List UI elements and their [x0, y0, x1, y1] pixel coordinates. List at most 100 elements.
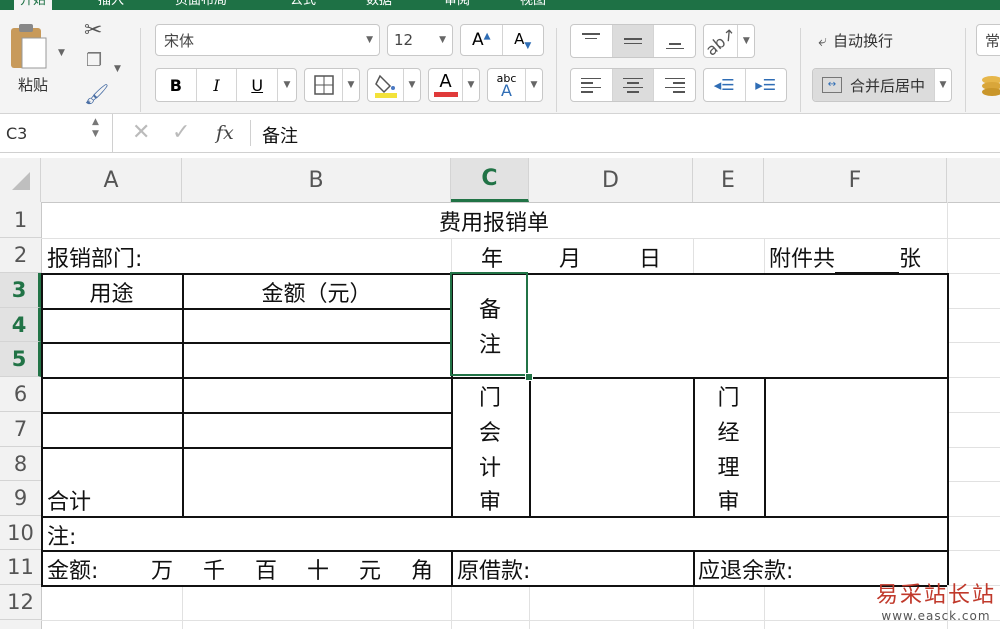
font-color-dropdown[interactable]: ▼	[463, 69, 479, 101]
tab-home[interactable]: 开始	[14, 0, 53, 10]
align-middle-button[interactable]	[612, 25, 655, 57]
select-all-corner[interactable]	[0, 158, 41, 202]
formula-input[interactable]: 备注	[262, 122, 298, 148]
row-header-8[interactable]: 8	[0, 447, 41, 481]
font-name-value: 宋体	[164, 31, 195, 50]
font-name-select[interactable]: 宋体 ▼	[155, 24, 380, 56]
decrease-font-size-button[interactable]: A▼	[503, 25, 544, 55]
column-header-f[interactable]: F	[764, 158, 947, 202]
font-size-select[interactable]: 12 ▼	[387, 24, 453, 56]
align-bottom-button[interactable]	[654, 25, 695, 57]
borders-button[interactable]	[305, 69, 343, 101]
merge-center-group: ↔ 合并后居中 ▼	[812, 68, 952, 102]
paste-button[interactable]	[8, 22, 58, 72]
acct-char-2: 会	[478, 421, 501, 446]
ribbon: ▼ 粘贴 ✂ ❐ ▼ 🖌 宋体 ▼ 12 ▼ A▲ A▼ B I U ▼ ▼ ▼…	[0, 10, 1000, 114]
row-header-7[interactable]: 7	[0, 412, 41, 447]
orientation-dropdown[interactable]: ▼	[738, 25, 754, 57]
note-label: 注:	[47, 525, 77, 550]
name-box[interactable]: C3 ▲ ▼	[0, 114, 113, 152]
column-header-g[interactable]	[947, 158, 1000, 202]
italic-glyph: I	[213, 75, 220, 95]
insert-function-button[interactable]: fx	[216, 122, 234, 144]
row-header-bar: 1 2 3 4 5 6 7 8 9 10 11 12	[0, 202, 42, 629]
merge-center-button[interactable]: ↔ 合并后居中	[813, 69, 935, 101]
fill-color-button[interactable]	[368, 69, 404, 101]
tab-view[interactable]: 视图	[520, 0, 546, 10]
column-header-c[interactable]: C	[451, 158, 529, 202]
attachment-blank	[835, 250, 900, 273]
column-header-e[interactable]: E	[693, 158, 764, 202]
align-left-button[interactable]	[571, 69, 613, 101]
row-header-2[interactable]: 2	[0, 238, 41, 273]
coins-icon[interactable]	[980, 72, 1000, 98]
selected-cell-c3[interactable]	[450, 272, 528, 376]
phonetic-a-glyph: A	[501, 81, 512, 100]
row-header-11[interactable]: 11	[0, 550, 41, 585]
mgr-char-3: 理	[717, 456, 740, 481]
paste-dropdown-caret[interactable]: ▼	[58, 40, 65, 59]
column-header-a[interactable]: A	[41, 158, 182, 202]
remark-char-2: 注	[478, 333, 501, 358]
row-header-4[interactable]: 4	[0, 308, 41, 342]
sheet-grid[interactable]: 费用报销单 报销部门: 年 月 日 附件共张 用途 金额（元） 备 注 门 会 …	[41, 202, 1000, 629]
day-label: 日	[639, 247, 662, 272]
underline-button[interactable]: U	[237, 69, 279, 101]
increase-indent-button[interactable]: ▸☰	[746, 69, 787, 101]
tab-data[interactable]: 数据	[366, 0, 392, 10]
tab-page-layout[interactable]: 页面布局	[175, 0, 227, 10]
copy-icon[interactable]: ❐	[86, 50, 102, 71]
format-painter-icon[interactable]: 🖌	[84, 82, 109, 106]
row-header-9[interactable]: 9	[0, 481, 41, 516]
row-header-12[interactable]: 12	[0, 585, 41, 620]
name-box-stepper[interactable]: ▲ ▼	[92, 116, 99, 140]
bold-button[interactable]: B	[156, 69, 197, 101]
orientation-button[interactable]: ab↗	[704, 25, 740, 57]
phonetic-dropdown[interactable]: ▼	[526, 69, 542, 101]
row-header-1[interactable]: 1	[0, 202, 41, 238]
merge-center-label: 合并后居中	[849, 76, 925, 95]
cancel-icon[interactable]: ✕	[132, 120, 150, 145]
unit-shi: 十	[307, 559, 330, 584]
align-center-button[interactable]	[612, 69, 655, 101]
tab-insert[interactable]: 插入	[98, 0, 124, 10]
font-color-button[interactable]: A	[429, 69, 463, 101]
row-header-6[interactable]: 6	[0, 377, 41, 412]
number-format-value: 常	[985, 31, 1000, 50]
borders-dropdown[interactable]: ▼	[343, 69, 359, 101]
decrease-indent-icon: ◂☰	[713, 76, 735, 94]
phonetic-guide-button[interactable]: abc A	[488, 69, 526, 101]
borders-icon	[313, 75, 334, 95]
confirm-icon[interactable]: ✓	[172, 120, 190, 145]
row-header-5[interactable]: 5	[0, 342, 41, 377]
original-loan-label: 原借款:	[457, 559, 531, 584]
underline-dropdown[interactable]: ▼	[278, 69, 296, 101]
vertical-align-group	[570, 24, 696, 58]
merge-icon: ↔	[821, 77, 842, 93]
align-top-button[interactable]	[571, 25, 613, 57]
column-header-d[interactable]: D	[529, 158, 693, 202]
horizontal-align-group	[570, 68, 696, 102]
increase-font-size-button[interactable]: A▲	[461, 25, 503, 55]
number-format-select[interactable]: 常	[976, 24, 1000, 56]
fill-color-dropdown[interactable]: ▼	[404, 69, 420, 101]
acct-char-3: 计	[478, 456, 501, 481]
bold-glyph: B	[169, 75, 182, 95]
cut-icon[interactable]: ✂	[84, 18, 102, 43]
column-header-b[interactable]: B	[182, 158, 451, 202]
decrease-indent-button[interactable]: ◂☰	[704, 69, 746, 101]
tab-review[interactable]: 审阅	[444, 0, 470, 10]
unit-wan: 万	[151, 559, 174, 584]
copy-dropdown-caret[interactable]: ▼	[114, 56, 121, 75]
italic-button[interactable]: I	[197, 69, 238, 101]
month-label: 月	[559, 247, 582, 272]
merge-center-dropdown[interactable]: ▼	[935, 69, 951, 101]
align-right-button[interactable]	[654, 69, 695, 101]
mgr-char-1: 门	[717, 386, 740, 411]
row-header-3[interactable]: 3	[0, 273, 41, 308]
tab-formulas[interactable]: 公式	[290, 0, 316, 10]
orientation-group: ab↗ ▼	[703, 24, 755, 58]
attachment-prefix: 附件共	[769, 247, 836, 272]
row-header-10[interactable]: 10	[0, 516, 41, 550]
wrap-text-button[interactable]: ⤶ 自动换行	[818, 30, 893, 51]
